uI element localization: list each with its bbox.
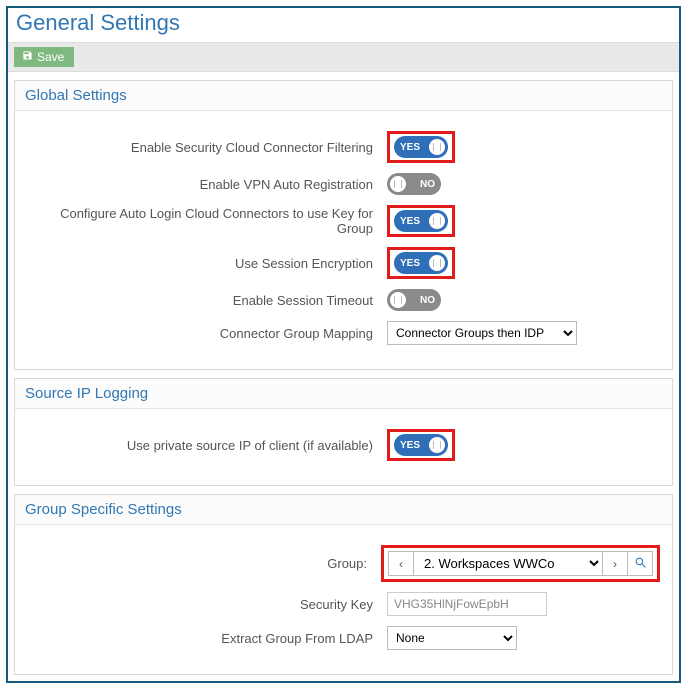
group-prev-button[interactable]: ‹	[388, 551, 414, 576]
toggle-timeout[interactable]: NO	[387, 289, 441, 311]
group-picker: ‹ 2. Workspaces WWCo ›	[381, 545, 660, 582]
search-icon	[634, 556, 647, 572]
label-group: Group:	[27, 556, 381, 571]
label-vpn: Enable VPN Auto Registration	[27, 177, 387, 192]
panel-header-source-ip: Source IP Logging	[15, 379, 672, 409]
toggle-knob-icon	[429, 213, 445, 229]
toggle-key-group[interactable]: YES	[394, 210, 448, 232]
highlight-filtering: YES	[387, 131, 455, 163]
toggle-knob-icon	[429, 139, 445, 155]
chevron-right-icon: ›	[613, 557, 617, 571]
label-filtering: Enable Security Cloud Connector Filterin…	[27, 140, 387, 155]
label-security-key: Security Key	[27, 597, 387, 612]
save-button-label: Save	[37, 50, 64, 64]
page-title: General Settings	[8, 8, 679, 42]
toggle-knob-icon	[390, 176, 406, 192]
panel-header-global: Global Settings	[15, 81, 672, 111]
toggle-label: NO	[420, 295, 435, 306]
toggle-label: YES	[400, 216, 420, 227]
highlight-encryption: YES	[387, 247, 455, 279]
select-extract-ldap[interactable]: None	[387, 626, 517, 650]
chevron-left-icon: ‹	[399, 557, 403, 571]
panel-group-specific-settings: Group Specific Settings Group: ‹ 2. Work…	[14, 494, 673, 675]
toggle-knob-icon	[429, 255, 445, 271]
label-key-group: Configure Auto Login Cloud Connectors to…	[27, 206, 387, 236]
toggle-label: YES	[400, 258, 420, 269]
highlight-private-ip: YES	[387, 429, 455, 461]
label-private-ip: Use private source IP of client (if avai…	[27, 438, 387, 453]
group-next-button[interactable]: ›	[602, 551, 628, 576]
toggle-label: YES	[400, 142, 420, 153]
toolbar: Save	[8, 42, 679, 72]
label-encryption: Use Session Encryption	[27, 256, 387, 271]
panel-header-group: Group Specific Settings	[15, 495, 672, 525]
save-icon	[22, 50, 33, 64]
highlight-key-group: YES	[387, 205, 455, 237]
panel-source-ip-logging: Source IP Logging Use private source IP …	[14, 378, 673, 486]
toggle-encryption[interactable]: YES	[394, 252, 448, 274]
input-security-key[interactable]	[387, 592, 547, 616]
group-search-button[interactable]	[627, 551, 653, 576]
toggle-vpn[interactable]: NO	[387, 173, 441, 195]
panel-global-settings: Global Settings Enable Security Cloud Co…	[14, 80, 673, 370]
toggle-filtering[interactable]: YES	[394, 136, 448, 158]
label-mapping: Connector Group Mapping	[27, 326, 387, 341]
save-button[interactable]: Save	[14, 47, 74, 67]
label-timeout: Enable Session Timeout	[27, 293, 387, 308]
select-group[interactable]: 2. Workspaces WWCo	[413, 551, 603, 576]
toggle-knob-icon	[429, 437, 445, 453]
select-connector-group-mapping[interactable]: Connector Groups then IDP	[387, 321, 577, 345]
toggle-knob-icon	[390, 292, 406, 308]
label-extract-ldap: Extract Group From LDAP	[27, 631, 387, 646]
toggle-label: YES	[400, 440, 420, 451]
toggle-label: NO	[420, 179, 435, 190]
toggle-private-ip[interactable]: YES	[394, 434, 448, 456]
